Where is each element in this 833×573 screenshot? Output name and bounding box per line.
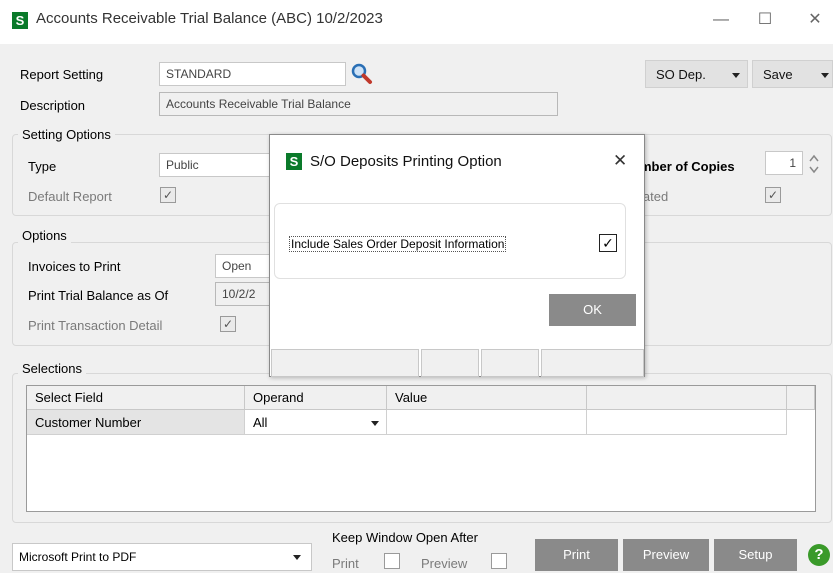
- print-transaction-detail-label: Print Transaction Detail: [28, 318, 163, 333]
- keep-window-open-label: Keep Window Open After: [332, 530, 478, 545]
- column-header-filler: [787, 386, 815, 410]
- include-so-deposit-checkbox[interactable]: ✓: [599, 234, 617, 252]
- setup-button[interactable]: Setup: [714, 539, 797, 571]
- table-cell-select-field[interactable]: Customer Number: [27, 410, 245, 435]
- description-field[interactable]: Accounts Receivable Trial Balance: [159, 92, 558, 116]
- setting-options-title: Setting Options: [18, 127, 115, 142]
- report-setting-label: Report Setting: [20, 67, 104, 82]
- chevron-down-icon: [293, 555, 301, 560]
- save-label: Save: [763, 67, 793, 82]
- column-header-select-field[interactable]: Select Field: [27, 386, 245, 410]
- keep-open-print-label: Print: [332, 556, 359, 571]
- print-button[interactable]: Print: [535, 539, 618, 571]
- selections-grid: Select Field Operand Value Customer Numb…: [26, 385, 816, 512]
- status-bar-cell: [421, 349, 479, 377]
- chevron-down-icon: [732, 73, 740, 78]
- print-trial-balance-label: Print Trial Balance as Of: [28, 288, 169, 303]
- number-of-copies-field[interactable]: 1: [765, 151, 803, 175]
- status-bar-cell: [541, 349, 644, 377]
- chevron-down-icon[interactable]: [371, 421, 379, 426]
- dialog-body: Include Sales Order Deposit Information …: [274, 203, 626, 279]
- keep-open-preview-checkbox[interactable]: [491, 553, 507, 569]
- close-button[interactable]: ✕: [800, 8, 830, 32]
- column-header-operand[interactable]: Operand: [245, 386, 387, 410]
- operand-value: All: [253, 415, 268, 430]
- dialog-logo-icon: S: [286, 153, 302, 170]
- column-header-blank: [587, 386, 787, 410]
- status-bar-cell: [271, 349, 419, 377]
- so-dep-button[interactable]: SO Dep.: [645, 60, 748, 88]
- description-label: Description: [20, 98, 86, 113]
- chevron-down-icon: [821, 73, 829, 78]
- default-report-label: Default Report: [28, 189, 112, 204]
- spinner-icon[interactable]: [808, 152, 820, 176]
- column-header-value[interactable]: Value: [387, 386, 587, 410]
- type-dropdown[interactable]: Public: [159, 153, 279, 177]
- invoices-to-print-label: Invoices to Print: [28, 259, 121, 274]
- table-cell-blank: [587, 410, 787, 435]
- include-so-deposit-label[interactable]: Include Sales Order Deposit Information: [289, 236, 507, 252]
- title-bar: S Accounts Receivable Trial Balance (ABC…: [0, 0, 833, 44]
- ok-button[interactable]: OK: [549, 294, 636, 326]
- window-title: Accounts Receivable Trial Balance (ABC) …: [36, 10, 383, 27]
- type-label: Type: [28, 159, 57, 174]
- status-bar-cell: [481, 349, 539, 377]
- table-cell-value[interactable]: [387, 410, 587, 435]
- report-setting-field[interactable]: STANDARD: [159, 62, 346, 86]
- minimize-button[interactable]: —: [706, 8, 736, 32]
- help-icon[interactable]: ?: [808, 544, 830, 566]
- so-dep-label: SO Dep.: [656, 67, 706, 82]
- default-report-checkbox[interactable]: ✓: [160, 187, 176, 203]
- keep-open-preview-label: Preview: [421, 556, 468, 571]
- search-icon[interactable]: [350, 62, 374, 86]
- print-transaction-detail-checkbox[interactable]: ✓: [220, 316, 236, 332]
- dialog-title: S/O Deposits Printing Option: [310, 153, 502, 170]
- printer-value: Microsoft Print to PDF: [19, 550, 137, 564]
- options-title: Options: [18, 228, 71, 243]
- table-cell-operand[interactable]: All: [245, 410, 387, 435]
- selections-title: Selections: [18, 361, 86, 376]
- consolidated-checkbox[interactable]: ✓: [765, 187, 781, 203]
- dialog-close-button[interactable]: ✕: [613, 151, 627, 171]
- keep-open-print-checkbox[interactable]: [384, 553, 400, 569]
- number-of-copies-label: mber of Copies: [640, 159, 735, 174]
- save-button[interactable]: Save: [752, 60, 833, 88]
- maximize-button[interactable]: ☐: [750, 8, 780, 32]
- so-deposits-dialog: S S/O Deposits Printing Option ✕ Include…: [269, 134, 645, 377]
- preview-button[interactable]: Preview: [623, 539, 709, 571]
- app-logo-icon: S: [12, 12, 28, 29]
- printer-dropdown[interactable]: Microsoft Print to PDF: [12, 543, 312, 571]
